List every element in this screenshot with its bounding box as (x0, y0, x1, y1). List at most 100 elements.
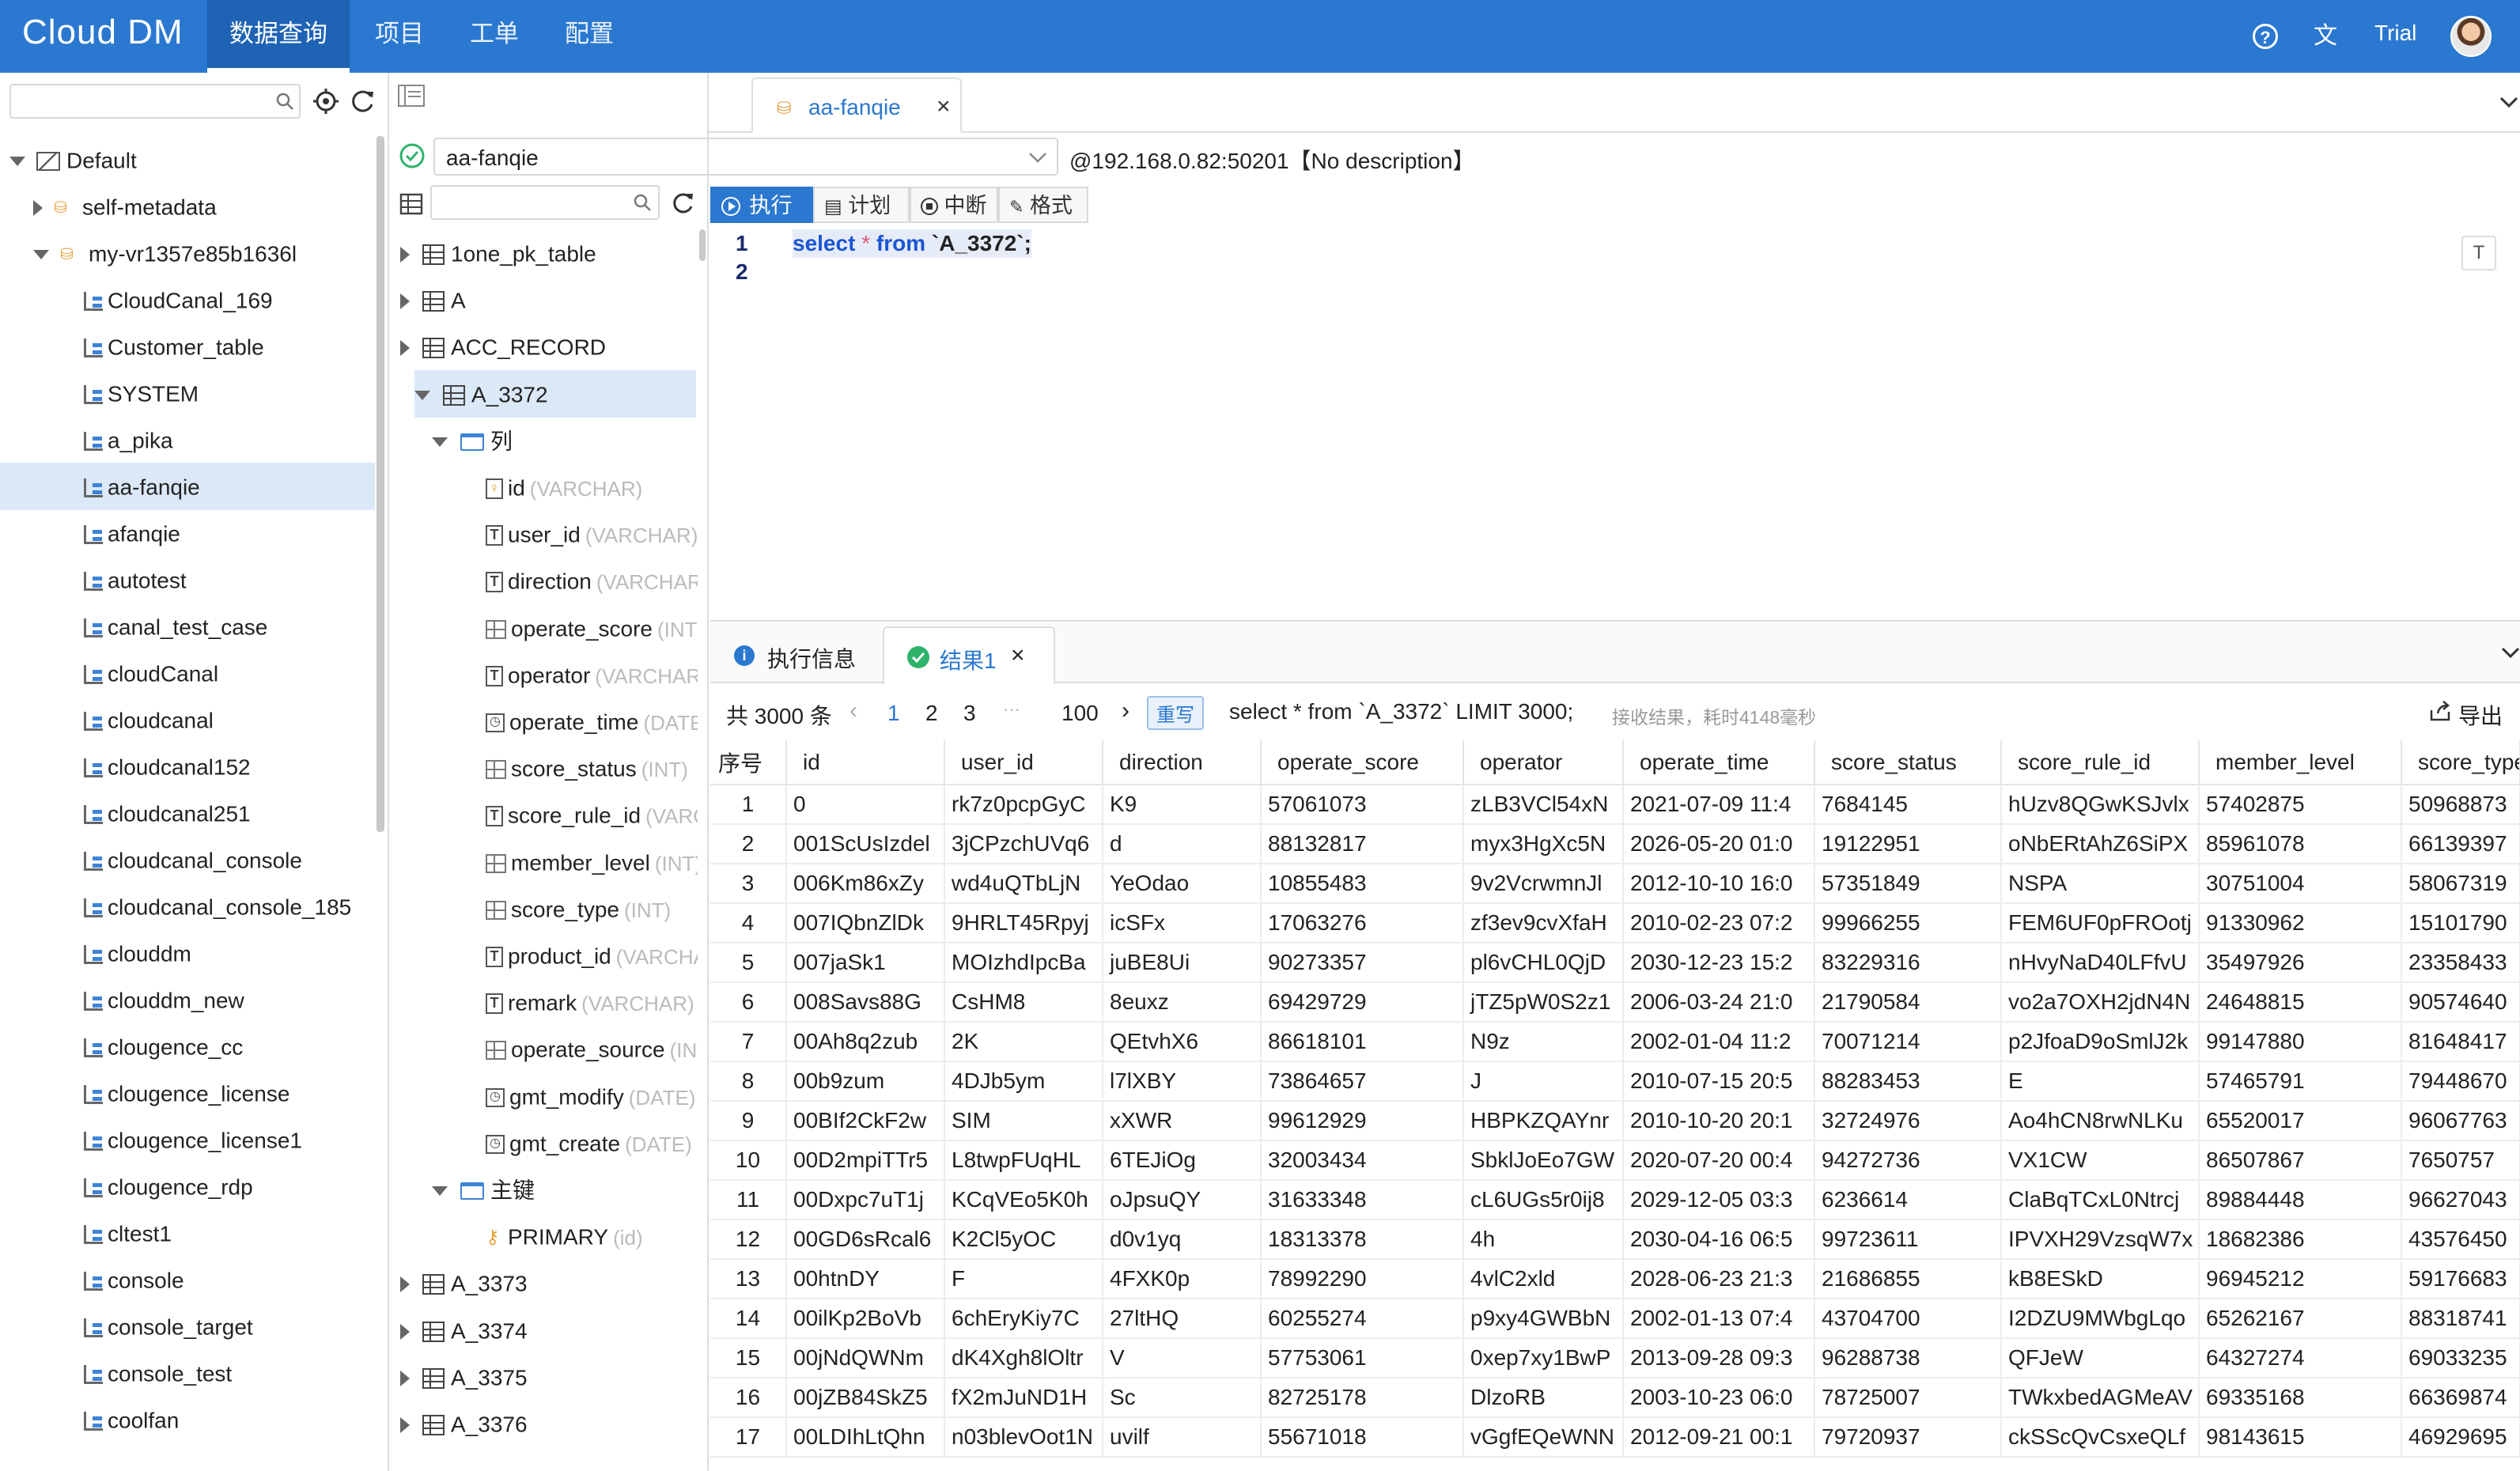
table-cell[interactable]: cL6UGs5r0ij8 (1463, 1180, 1624, 1220)
table-cell[interactable]: 4FXK0p (1103, 1259, 1262, 1299)
table-cell[interactable]: FEM6UF0pFROotj (2001, 903, 2200, 943)
table-cell[interactable]: 2002-01-13 07:4 (1623, 1299, 1815, 1339)
nav-config[interactable]: 配置 (543, 0, 636, 73)
table-row[interactable]: 10 00D2mpiTTr5 L8twpFUqHL 6TEJiOg 32003434 Sb… (710, 1140, 2520, 1181)
column-header[interactable]: score_status (1814, 740, 2002, 785)
column-item[interactable]: Tuser_id (VARCHAR) (391, 510, 698, 558)
table-cell[interactable]: 0 (786, 785, 945, 825)
table-row[interactable]: 12 00GD6sRcal6 K2Cl5yOC d0v1yq 18313378 4h 203… (710, 1220, 2520, 1260)
collapse-sidebar-icon[interactable] (397, 84, 426, 108)
column-header[interactable]: score_rule_id (2001, 740, 2200, 785)
table-cell[interactable]: 0xep7xy1BwP (1463, 1338, 1624, 1378)
row-number[interactable]: 10 (710, 1140, 787, 1181)
table-cell[interactable]: 00D2mpiTTr5 (786, 1140, 945, 1181)
caret-right-icon[interactable] (33, 199, 43, 216)
table-cell[interactable]: 65262167 (2199, 1299, 2402, 1339)
nav-project[interactable]: 项目 (353, 0, 446, 73)
next-page-icon[interactable]: › (1122, 698, 1129, 724)
table-cell[interactable]: 70071214 (1814, 1022, 2002, 1062)
trial-label[interactable]: Trial (2374, 21, 2416, 46)
table-item-open[interactable]: A_3372 (414, 370, 696, 418)
table-row[interactable]: 7 00Ah8q2zub 2K QEtvhX6 86618101 N9z 2002-01-0… (710, 1022, 2520, 1062)
column-header[interactable]: operate_time (1623, 740, 1815, 785)
table-cell[interactable]: 2010-02-23 07:2 (1623, 903, 1815, 943)
table-search-input[interactable] (430, 185, 660, 220)
table-cell[interactable]: 2028-06-23 21:3 (1623, 1259, 1815, 1299)
table-cell[interactable]: rk7z0pcpGyC (944, 785, 1103, 825)
table-cell[interactable]: 3jCPzchUVq6 (944, 824, 1103, 864)
table-cell[interactable]: l7lXBY (1103, 1061, 1262, 1102)
schema-item[interactable]: autotest (0, 556, 375, 603)
table-cell[interactable]: 007IQbnZlDk (786, 903, 945, 943)
table-cell[interactable]: 2021-07-09 11:4 (1623, 785, 1815, 825)
table-cell[interactable]: KCqVEo5K0h (944, 1180, 1103, 1220)
table-cell[interactable]: 57465791 (2199, 1061, 2402, 1102)
column-item[interactable]: operate_score(INT) (391, 604, 698, 652)
table-cell[interactable]: 78725007 (1814, 1378, 2002, 1418)
table-cell[interactable]: 6chEryKiy7C (944, 1299, 1103, 1339)
rewrite-button[interactable]: 重写 (1147, 696, 1204, 730)
schema-item[interactable]: clouddm_new (0, 976, 375, 1023)
table-row[interactable]: 15 00jNdQWNm dK4Xgh8lOltr V 57753061 0xep7xy1… (710, 1338, 2520, 1378)
column-item[interactable]: ◷ gmt_modify (DATE) (391, 1072, 698, 1120)
table-cell[interactable]: F (944, 1259, 1103, 1299)
table-cell[interactable]: oNbERtAhZ6SiPX (2001, 824, 2200, 864)
table-cell[interactable]: 24648815 (2199, 982, 2402, 1023)
table-cell[interactable]: dK4Xgh8lOltr (944, 1338, 1103, 1378)
column-header[interactable]: operator (1463, 740, 1624, 785)
table-cell[interactable]: 2003-10-23 06:0 (1623, 1378, 1815, 1418)
column-item[interactable]: ◷operate_time(DATE) (391, 698, 698, 745)
column-item[interactable]: Toperator (VARCHAR) (391, 651, 698, 698)
table-cell[interactable]: xXWR (1103, 1101, 1262, 1141)
table-cell[interactable]: fX2mJuND1H (944, 1378, 1103, 1418)
schema-item[interactable]: cloudcanal (0, 696, 375, 743)
table-cell[interactable]: 00BIf2CkF2w (786, 1101, 945, 1141)
table-cell[interactable]: 69033235 (2401, 1338, 2520, 1378)
table-cell[interactable]: 96288738 (1814, 1338, 2002, 1378)
table-cell[interactable]: 4h (1463, 1220, 1624, 1260)
schema-item[interactable]: clougence_license1 (0, 1116, 375, 1163)
table-cell[interactable]: 2013-09-28 09:3 (1623, 1338, 1815, 1378)
chevron-down-icon[interactable] (2501, 647, 2520, 660)
column-item[interactable]: score_status (INT) (391, 744, 698, 792)
schema-item[interactable]: clougence_license (0, 1069, 375, 1117)
column-header[interactable]: member_level (2199, 740, 2402, 785)
table-cell[interactable]: 18682386 (2199, 1220, 2402, 1260)
schema-item[interactable]: CloudCanal_169 (0, 276, 375, 323)
schema-item[interactable]: a_pika (0, 416, 375, 463)
table-cell[interactable]: 46929695 (2401, 1417, 2520, 1458)
table-row[interactable]: 9 00BIf2CkF2w SIM xXWR 99612929 HBPKZQAYnr 201… (710, 1101, 2520, 1141)
datasource-item[interactable]: ⛁ self-metadata (0, 183, 375, 230)
page-1[interactable]: 1 (887, 701, 900, 726)
table-item[interactable]: A_3376 (391, 1400, 698, 1447)
table-cell[interactable]: 9HRLT45Rpyj (944, 903, 1103, 943)
nav-data-query[interactable]: 数据查询 (207, 0, 350, 73)
column-item[interactable]: Tproduct_id(VARCHAR) (391, 932, 698, 979)
table-row[interactable]: 6 008Savs88G CsHM8 8euxz 69429729 jTZ5pW0S2z1… (710, 982, 2520, 1023)
table-cell[interactable]: oJpsuQY (1103, 1180, 1262, 1220)
table-item[interactable]: 1one_pk_table (391, 229, 698, 277)
table-cell[interactable]: DlzoRB (1463, 1378, 1624, 1418)
editor-tab[interactable]: ⛁ aa-fanqie × (751, 78, 962, 133)
nav-workorder[interactable]: 工单 (448, 0, 541, 73)
table-cell[interactable]: 00htnDY (786, 1259, 945, 1299)
column-item[interactable]: Tremark (VARCHAR) (391, 978, 698, 1026)
row-number[interactable]: 17 (710, 1417, 787, 1458)
table-cell[interactable]: 96627043 (2401, 1180, 2520, 1220)
caret-down-icon[interactable] (432, 437, 448, 447)
caret-right-icon[interactable] (400, 1370, 410, 1386)
table-row[interactable]: 13 00htnDY F 4FXK0p 78992290 4vlC2xld 2028-06-… (710, 1259, 2520, 1299)
table-cell[interactable]: 00Ah8q2zub (786, 1022, 945, 1062)
table-row[interactable]: 8 00b9zum 4DJb5ym l7lXBY 73864657 J 2010-07-15… (710, 1061, 2520, 1102)
table-row[interactable]: 4 007IQbnZlDk 9HRLT45Rpyj icSFx 17063276 zf3e… (710, 903, 2520, 943)
table-cell[interactable]: 90574640 (2401, 982, 2520, 1023)
table-cell[interactable]: Sc (1103, 1378, 1262, 1418)
table-cell[interactable]: 69335168 (2199, 1378, 2402, 1418)
table-cell[interactable]: 79720937 (1814, 1417, 2002, 1458)
table-cell[interactable]: 006Km86xZy (786, 864, 945, 904)
row-number[interactable]: 4 (710, 903, 787, 943)
schema-item[interactable]: canal_test_case (0, 603, 375, 650)
table-cell[interactable]: 66369874 (2401, 1378, 2520, 1418)
table-cell[interactable]: 2006-03-24 21:0 (1623, 982, 1815, 1023)
column-item[interactable]: Tscore_rule_id(VARCHAR) (391, 791, 698, 838)
